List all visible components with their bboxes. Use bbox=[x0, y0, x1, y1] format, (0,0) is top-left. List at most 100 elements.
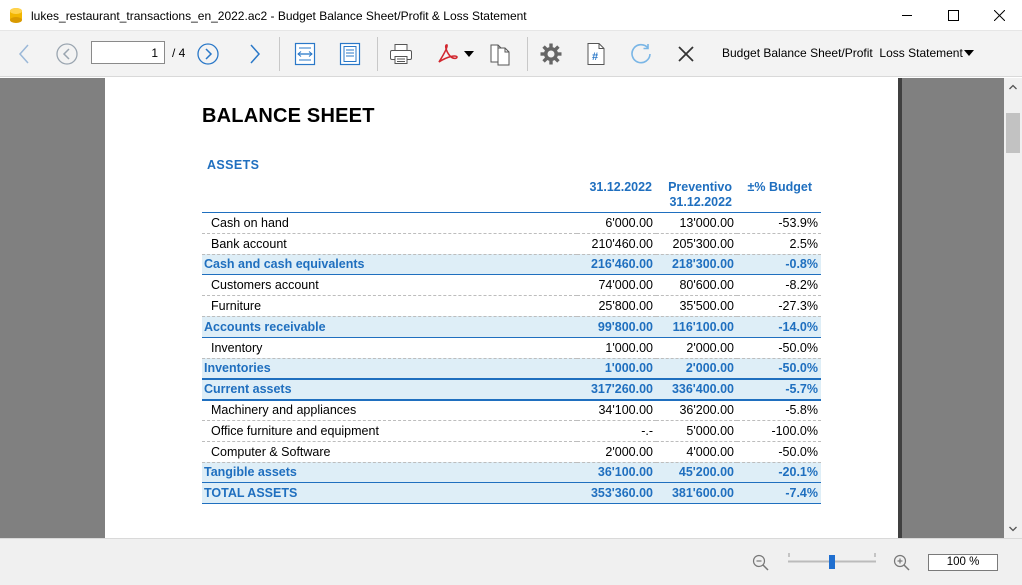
zoom-out-icon[interactable] bbox=[752, 554, 770, 572]
total-row: Inventories 1'000.00 2'000.00 -50.0% bbox=[202, 358, 821, 380]
column-header-variance: ±% Budget bbox=[747, 180, 813, 194]
row-label: Computer & Software bbox=[202, 441, 577, 463]
row-label: Bank account bbox=[202, 233, 577, 255]
zoom-slider[interactable] bbox=[788, 551, 876, 571]
row-label: Customers account bbox=[202, 274, 577, 297]
maximize-button[interactable] bbox=[930, 0, 976, 31]
row-value-budget: 35'500.00 bbox=[656, 295, 737, 317]
row-value-budget: 218'300.00 bbox=[656, 254, 737, 276]
row-label: Furniture bbox=[202, 295, 577, 317]
row-value-current: 36'100.00 bbox=[577, 462, 656, 484]
row-value-current: 6'000.00 bbox=[577, 212, 656, 234]
back-button[interactable] bbox=[12, 39, 36, 69]
row-value-variance: -50.0% bbox=[737, 358, 821, 380]
row-value-current: 317'260.00 bbox=[577, 378, 656, 401]
fit-page-button[interactable] bbox=[337, 39, 363, 69]
settings-button[interactable] bbox=[537, 39, 565, 69]
toolbar-separator bbox=[377, 37, 378, 71]
svg-text:#: # bbox=[592, 51, 598, 63]
toolbar: 1 / 4 # Budget Balance Sheet/Profit Loss… bbox=[0, 31, 1022, 77]
row-value-budget: 2'000.00 bbox=[656, 358, 737, 380]
total-row: Tangible assets 36'100.00 45'200.00 -20.1% bbox=[202, 462, 821, 484]
row-label: Current assets bbox=[202, 378, 577, 401]
row-value-variance: -50.0% bbox=[737, 337, 821, 359]
row-value-budget: 2'000.00 bbox=[656, 337, 737, 359]
copy-icon bbox=[490, 44, 510, 66]
close-icon bbox=[678, 46, 694, 62]
scroll-up-icon[interactable] bbox=[1009, 84, 1017, 90]
row-value-budget: 205'300.00 bbox=[656, 233, 737, 255]
toolbar-separator bbox=[527, 37, 528, 71]
print-button[interactable] bbox=[387, 39, 415, 69]
document-view[interactable]: BALANCE SHEET ASSETS 31.12.2022 Preventi… bbox=[0, 78, 1004, 538]
zoom-slider-thumb[interactable] bbox=[829, 555, 835, 569]
chevron-down-icon bbox=[464, 51, 474, 57]
page-number-input[interactable]: 1 bbox=[91, 41, 165, 64]
minimize-button[interactable] bbox=[884, 0, 930, 31]
scroll-down-icon[interactable] bbox=[1009, 526, 1017, 532]
next-page-button[interactable] bbox=[196, 39, 220, 69]
refresh-icon bbox=[631, 43, 651, 64]
prev-page-button[interactable] bbox=[55, 39, 79, 69]
row-value-variance: -5.8% bbox=[737, 399, 821, 421]
row-value-variance: -8.2% bbox=[737, 274, 821, 297]
window-title: lukes_restaurant_transactions_en_2022.ac… bbox=[31, 9, 527, 23]
page-number-button[interactable]: # bbox=[583, 39, 609, 69]
report-page: BALANCE SHEET ASSETS 31.12.2022 Preventi… bbox=[105, 78, 898, 538]
column-header-budget-line2: 31.12.2022 bbox=[669, 195, 732, 209]
page-total: / 4 bbox=[172, 46, 186, 60]
title-bar: lukes_restaurant_transactions_en_2022.ac… bbox=[0, 0, 1022, 31]
fit-width-button[interactable] bbox=[292, 39, 318, 69]
table-row: Machinery and appliances 34'100.00 36'200.… bbox=[202, 399, 821, 421]
total-row: Cash and cash equivalents 216'460.00 218'3… bbox=[202, 254, 821, 276]
forward-button[interactable] bbox=[243, 39, 267, 69]
total-row: Accounts receivable 99'800.00 116'100.00 -1… bbox=[202, 316, 821, 338]
refresh-button[interactable] bbox=[628, 39, 654, 69]
zoom-in-icon[interactable] bbox=[893, 554, 911, 572]
settings-icon bbox=[540, 43, 562, 65]
table-row: Office furniture and equipment -.- 5'000.0… bbox=[202, 420, 821, 442]
minimize-icon bbox=[901, 15, 912, 16]
row-value-budget: 336'400.00 bbox=[656, 378, 737, 401]
row-value-budget: 80'600.00 bbox=[656, 274, 737, 297]
row-value-budget: 116'100.00 bbox=[656, 316, 737, 338]
back-icon bbox=[18, 44, 29, 64]
row-label: Inventory bbox=[202, 337, 577, 359]
report-selector[interactable]: Budget Balance Sheet/Profit Loss Stateme… bbox=[722, 46, 963, 60]
pdf-export-button[interactable] bbox=[434, 39, 476, 69]
table-row: Computer & Software 2'000.00 4'000.00 -50.0… bbox=[202, 441, 821, 463]
row-value-current: 1'000.00 bbox=[577, 358, 656, 380]
toolbar-separator bbox=[279, 37, 280, 71]
print-icon bbox=[390, 44, 412, 64]
row-value-current: 2'000.00 bbox=[577, 441, 656, 463]
row-value-variance: 2.5% bbox=[737, 233, 821, 255]
app-icon bbox=[10, 8, 22, 23]
row-value-budget: 5'000.00 bbox=[656, 420, 737, 442]
close-report-button[interactable] bbox=[674, 39, 698, 69]
table-row: Furniture 25'800.00 35'500.00 -27.3% bbox=[202, 295, 821, 317]
prev-page-icon bbox=[56, 43, 78, 65]
window-close-button[interactable] bbox=[976, 0, 1022, 31]
row-label: Inventories bbox=[202, 358, 577, 380]
row-label: Office furniture and equipment bbox=[202, 420, 577, 442]
column-header-budget: Preventivo 31.12.2022 bbox=[652, 180, 732, 210]
row-label: Machinery and appliances bbox=[202, 399, 577, 421]
fit-page-icon bbox=[339, 42, 361, 66]
row-label: TOTAL ASSETS bbox=[202, 482, 577, 505]
zoom-level-field[interactable]: 100 % bbox=[928, 554, 998, 571]
total-row: Current assets 317'260.00 336'400.00 -5.7% bbox=[202, 378, 821, 401]
row-value-variance: -14.0% bbox=[737, 316, 821, 338]
scrollbar-thumb[interactable] bbox=[1006, 113, 1020, 153]
maximize-icon bbox=[947, 10, 959, 21]
row-value-budget: 381'600.00 bbox=[656, 482, 737, 505]
vertical-scrollbar[interactable] bbox=[1004, 78, 1022, 538]
row-value-budget: 36'200.00 bbox=[656, 399, 737, 421]
row-value-current: 34'100.00 bbox=[577, 399, 656, 421]
report-selector-arrow-icon[interactable] bbox=[964, 50, 974, 56]
row-value-current: 99'800.00 bbox=[577, 316, 656, 338]
row-value-variance: -50.0% bbox=[737, 441, 821, 463]
pdf-icon bbox=[438, 44, 458, 63]
page-number-icon: # bbox=[587, 43, 605, 65]
copy-button[interactable] bbox=[487, 39, 513, 69]
section-title: ASSETS bbox=[207, 158, 260, 172]
